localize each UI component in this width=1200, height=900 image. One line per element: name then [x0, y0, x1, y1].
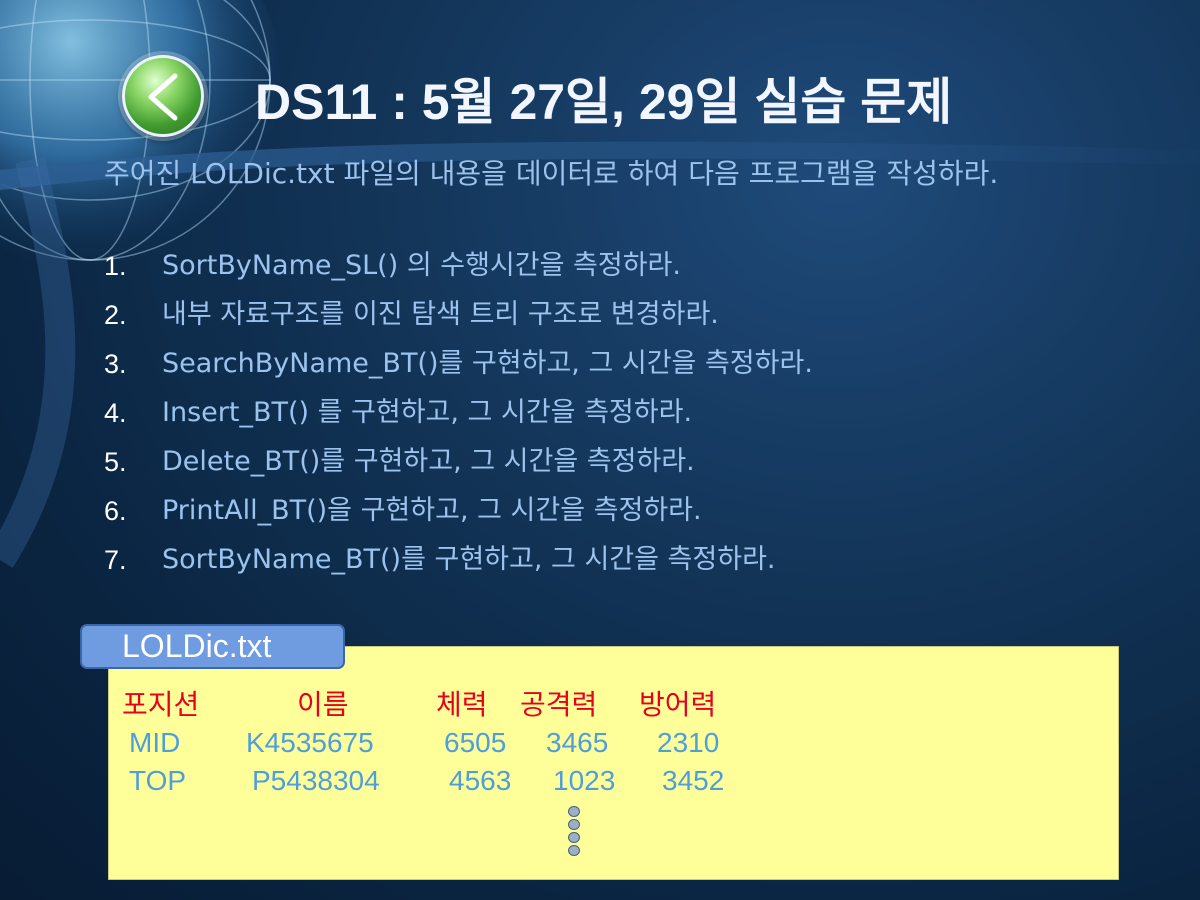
task-text: PrintAll_BT()을 구현하고, 그 시간을 측정하라. [162, 495, 702, 526]
task-number: 7. [104, 545, 127, 575]
task-item: 5. Delete_BT()를 구현하고, 그 시간을 측정하라. [104, 442, 1104, 491]
header-position: 포지션 [122, 689, 200, 720]
task-item: 1. SortByName_SL() 의 수행시간을 측정하라. [104, 246, 1104, 295]
table-cell: 3465 [546, 727, 609, 758]
file-data-table: 포지션 이름 체력 공격력 방어력 MID K4535675 6505 3465… [109, 647, 1118, 879]
task-text: SortByName_SL() 의 수행시간을 측정하라. [162, 250, 681, 281]
slide-title: DS11 : 5월 27일, 29일 실습 문제 [255, 74, 953, 130]
task-list: 1. SortByName_SL() 의 수행시간을 측정하라. 2. 내부 자… [104, 246, 1104, 589]
task-number: 6. [104, 496, 127, 526]
task-number: 5. [104, 447, 127, 477]
header-name: 이름 [297, 689, 349, 720]
task-item: 6. PrintAll_BT()을 구현하고, 그 시간을 측정하라. [104, 491, 1104, 540]
task-number: 1. [104, 251, 127, 281]
header-hp: 체력 [436, 689, 488, 720]
table-cell: 3452 [662, 765, 725, 796]
task-number: 2. [104, 300, 127, 330]
intro-text: 주어진 LOLDic.txt 파일의 내용을 데이터로 하여 다음 프로그램을 … [104, 157, 999, 190]
task-item: 2. 내부 자료구조를 이진 탐색 트리 구조로 변경하라. [104, 295, 1104, 344]
table-cell: P5438304 [252, 765, 380, 796]
task-number: 3. [104, 349, 127, 379]
task-text: SearchByName_BT()를 구현하고, 그 시간을 측정하라. [162, 348, 813, 379]
header-defense: 방어력 [639, 689, 717, 720]
task-item: 4. Insert_BT() 를 구현하고, 그 시간을 측정하라. [104, 393, 1104, 442]
task-item: 3. SearchByName_BT()를 구현하고, 그 시간을 측정하라. [104, 344, 1104, 393]
task-number: 4. [104, 398, 127, 428]
file-content-box: 포지션 이름 체력 공격력 방어력 MID K4535675 6505 3465… [108, 646, 1119, 880]
table-cell: 2310 [657, 727, 720, 758]
file-name-tab: LOLDic.txt [80, 624, 345, 669]
task-text: Delete_BT()를 구현하고, 그 시간을 측정하라. [162, 446, 695, 477]
table-cell: TOP [129, 765, 187, 796]
table-cell: 1023 [553, 765, 616, 796]
table-cell: 4563 [449, 765, 512, 796]
task-text: Insert_BT() 를 구현하고, 그 시간을 측정하라. [162, 397, 693, 428]
table-cell: K4535675 [246, 727, 374, 758]
header-attack: 공격력 [520, 689, 598, 720]
chevron-left-icon [148, 73, 178, 121]
back-button[interactable] [122, 55, 204, 137]
task-text: SortByName_BT()를 구현하고, 그 시간을 측정하라. [162, 544, 776, 575]
table-cell: MID [129, 727, 181, 758]
task-text: 내부 자료구조를 이진 탐색 트리 구조로 변경하라. [162, 299, 719, 330]
task-item: 7. SortByName_BT()를 구현하고, 그 시간을 측정하라. [104, 540, 1104, 589]
table-cell: 6505 [444, 727, 507, 758]
vertical-ellipsis-icon [568, 806, 584, 866]
